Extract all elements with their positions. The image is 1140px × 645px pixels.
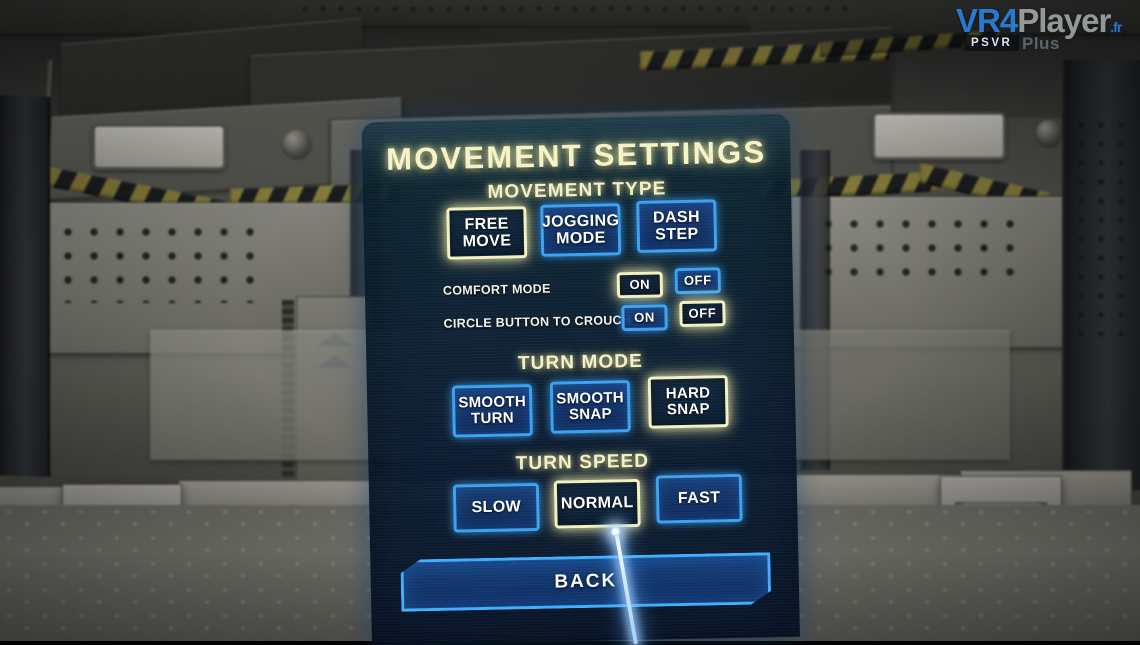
option-free-move-line2: MOVE — [462, 232, 512, 251]
option-smooth-turn-line2: TURN — [470, 409, 515, 428]
toggle-circle-crouch-on[interactable]: ON — [621, 304, 668, 332]
option-free-move[interactable]: FREE MOVE — [446, 206, 528, 260]
section-heading-turn-mode: TURN MODE — [517, 350, 644, 375]
wall-bolt-right — [1036, 120, 1062, 146]
toggle-comfort-mode-on-label: ON — [629, 276, 651, 293]
toggle-comfort-mode-off-label: OFF — [683, 272, 712, 288]
option-jogging-mode-line2: MODE — [555, 229, 606, 248]
ceiling-rivets — [300, 4, 860, 14]
option-smooth-turn[interactable]: SMOOTH TURN — [451, 384, 533, 438]
toggle-comfort-mode-off[interactable]: OFF — [674, 267, 722, 295]
back-button-label: BACK — [554, 570, 618, 593]
perforation-right — [821, 217, 1021, 291]
option-free-move-line1: FREE — [464, 215, 509, 234]
perforation-left — [61, 225, 271, 303]
pillar-far-right — [1062, 60, 1140, 490]
option-smooth-snap-line2: SNAP — [568, 405, 613, 424]
page-title: MOVEMENT SETTINGS — [385, 134, 767, 177]
wall-hatch-left — [92, 124, 226, 170]
toggle-circle-crouch-off[interactable]: OFF — [679, 300, 726, 328]
option-normal[interactable]: NORMAL — [553, 478, 641, 529]
movement-settings-menu: MOVEMENT SETTINGS MOVEMENT TYPE FREE MOV… — [361, 113, 800, 645]
toggle-circle-crouch-on-label: ON — [634, 309, 656, 325]
option-dash-step-line1: DASH — [652, 208, 701, 227]
pillar-perforation — [1076, 120, 1132, 340]
option-jogging-mode-line1: JOGGING — [541, 211, 620, 231]
option-hard-snap-line2: SNAP — [666, 400, 710, 419]
wall-hatch-right — [872, 112, 1006, 160]
pillar-far-left — [0, 95, 50, 477]
option-fast-label: FAST — [677, 489, 721, 508]
label-comfort-mode: COMFORT MODE — [442, 281, 551, 298]
wall-plate-perforated-right — [790, 196, 1082, 348]
menu-panel-surface: MOVEMENT SETTINGS MOVEMENT TYPE FREE MOV… — [361, 113, 800, 645]
option-jogging-mode[interactable]: JOGGING MODE — [540, 203, 622, 257]
option-slow-label: SLOW — [471, 498, 522, 517]
option-dash-step-line2: STEP — [654, 225, 699, 244]
option-normal-label: NORMAL — [560, 494, 634, 513]
wall-bolt-left — [283, 130, 311, 158]
back-button[interactable]: BACK — [400, 552, 771, 611]
toggle-comfort-mode-on[interactable]: ON — [616, 271, 664, 299]
option-hard-snap[interactable]: HARD SNAP — [647, 375, 729, 429]
option-dash-step[interactable]: DASH STEP — [636, 199, 718, 253]
option-slow[interactable]: SLOW — [452, 482, 540, 533]
label-circle-button-to-crouch: CIRCLE BUTTON TO CROUCH — [443, 313, 632, 331]
option-smooth-snap[interactable]: SMOOTH SNAP — [549, 380, 631, 434]
toggle-circle-crouch-off-label: OFF — [688, 305, 717, 321]
option-fast[interactable]: FAST — [655, 473, 743, 524]
section-heading-movement-type: MOVEMENT TYPE — [487, 178, 667, 203]
